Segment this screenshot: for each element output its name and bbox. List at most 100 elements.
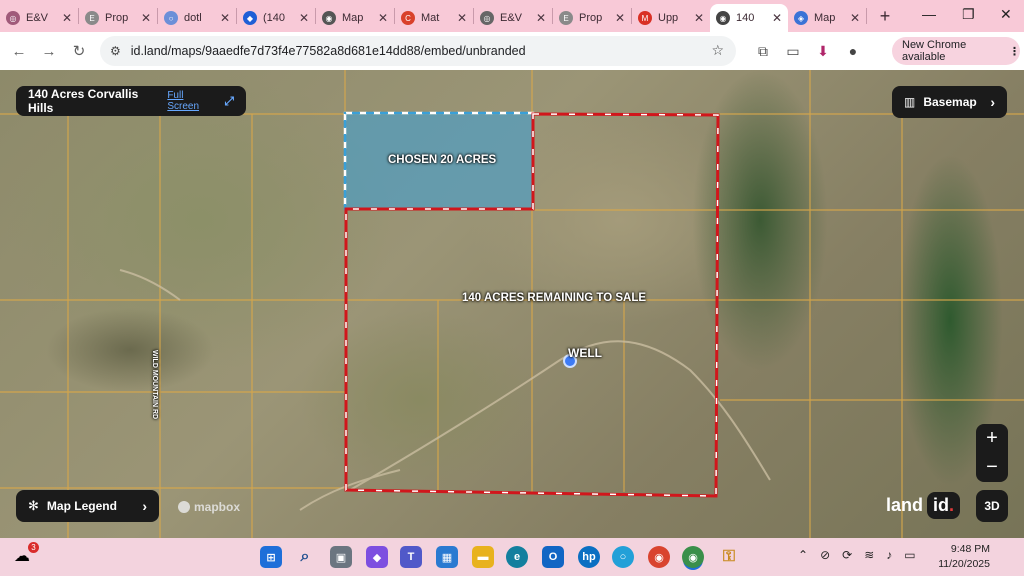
wifi-icon[interactable]: ≋: [864, 548, 874, 562]
zoom-control: + −: [976, 424, 1008, 482]
address-bar[interactable]: ⚙ id.land/maps/9aaedfe7d73f4e77582a8d681…: [100, 36, 736, 66]
legend-icon: ✻: [28, 498, 39, 513]
tab-close-icon[interactable]: ✕: [457, 11, 467, 25]
remaining-acres-label: 140 ACRES REMAINING TO SALE: [462, 292, 647, 304]
basemap-icon: ▥: [904, 95, 916, 109]
chevron-right-icon: ›: [142, 498, 147, 514]
tab-close-icon[interactable]: ✕: [850, 11, 860, 25]
task-view-icon[interactable]: ▣: [330, 546, 352, 568]
road-label: WILD MOUNTAIN RD: [151, 350, 158, 420]
tab-favicon-icon: ◆: [243, 11, 257, 25]
brand-id: id: [933, 495, 950, 515]
tab-title: Prop: [105, 12, 129, 24]
new-chrome-label: New Chrome available: [902, 39, 967, 63]
mapbox-logo-icon: [178, 501, 190, 513]
browser-tab[interactable]: E Prop ✕: [79, 4, 157, 32]
outlook-icon[interactable]: O: [542, 546, 564, 568]
browser-tab[interactable]: ◉ 140 ✕: [710, 4, 788, 32]
tab-title: Upp: [658, 12, 679, 24]
tab-close-icon[interactable]: ✕: [220, 11, 230, 25]
chrome-profile-icon[interactable]: ◉: [648, 546, 670, 568]
tab-favicon-icon: ○: [164, 11, 178, 25]
map-legend-label: Map Legend: [46, 499, 117, 513]
browser-tab[interactable]: ◎ E&V ✕: [0, 4, 78, 32]
site-info-icon[interactable]: ⚙: [110, 44, 121, 58]
brand-land: land: [886, 495, 924, 515]
volume-icon[interactable]: ♪: [886, 548, 892, 562]
teams-icon[interactable]: T: [400, 546, 422, 568]
toolbar-icons: ⧉ ▭ ⬇ ●: [748, 36, 868, 66]
notifications-muted-icon[interactable]: ⊘: [820, 548, 830, 562]
chevron-right-icon: ›: [990, 94, 995, 110]
chevron-up-icon[interactable]: ⌃: [798, 548, 808, 562]
3d-view-button[interactable]: 3D: [976, 490, 1008, 522]
maximize-icon[interactable]: ❐: [962, 6, 975, 23]
extensions-icon[interactable]: ⧉: [748, 43, 778, 60]
browser-tab[interactable]: ◉ Map ✕: [316, 4, 394, 32]
browser-tab[interactable]: M Upp ✕: [632, 4, 710, 32]
tab-title: E&V: [500, 12, 523, 24]
new-tab-button[interactable]: +: [871, 6, 899, 27]
zoom-out-button[interactable]: −: [986, 456, 998, 479]
browser-tab[interactable]: E Prop ✕: [553, 4, 631, 32]
map-canvas[interactable]: CHOSEN 20 ACRES 140 ACRES REMAINING TO S…: [0, 70, 1024, 538]
clock[interactable]: 9:48 PM 11/20/2025: [934, 542, 990, 572]
tab-close-icon[interactable]: ✕: [615, 11, 625, 25]
copilot-icon[interactable]: ◆: [366, 546, 388, 568]
menu-dots-icon[interactable]: ⋮: [1009, 45, 1020, 58]
land-id-logo: land id.: [886, 492, 961, 519]
file-explorer-icon[interactable]: ▬: [472, 546, 494, 568]
map-legend-button[interactable]: ✻ Map Legend ›: [16, 490, 159, 522]
basemap-button[interactable]: ▥ Basemap ›: [892, 86, 1007, 118]
navigation-bar: ← → ↻ ⚙ id.land/maps/9aaedfe7d73f4e77582…: [0, 32, 1024, 70]
tab-close-icon[interactable]: ✕: [772, 11, 782, 25]
tab-close-icon[interactable]: ✕: [694, 11, 704, 25]
tab-favicon-icon: E: [85, 11, 99, 25]
tab-close-icon[interactable]: ✕: [62, 11, 72, 25]
tab-favicon-icon: ◎: [480, 11, 494, 25]
store-icon[interactable]: ▦: [436, 546, 458, 568]
start-icon[interactable]: ⊞: [260, 546, 282, 568]
tab-title: Map: [814, 12, 836, 24]
tab-close-icon[interactable]: ✕: [141, 11, 151, 25]
browser-tab[interactable]: ◎ E&V ✕: [474, 4, 552, 32]
sync-icon[interactable]: ⟳: [842, 548, 852, 562]
weather-widget-icon[interactable]: ☁ 3: [14, 542, 39, 566]
browser-tab[interactable]: C Mat ✕: [395, 4, 473, 32]
download-icon[interactable]: ⬇: [808, 43, 838, 60]
full-screen-link[interactable]: Full Screen: [167, 90, 214, 112]
reload-icon[interactable]: ↻: [64, 42, 94, 60]
hp-icon[interactable]: hp: [578, 546, 600, 568]
zoom-in-button[interactable]: +: [986, 427, 998, 450]
forward-icon[interactable]: →: [34, 43, 64, 60]
new-chrome-available-button[interactable]: New Chrome available ⋮: [892, 37, 1020, 65]
back-icon[interactable]: ←: [4, 43, 34, 60]
profile-avatar[interactable]: ●: [838, 43, 868, 59]
url-text: id.land/maps/9aaedfe7d73f4e77582a8d681e1…: [130, 44, 526, 58]
search-icon[interactable]: ⌕: [294, 546, 316, 568]
map-title-chip: 140 Acres Corvallis Hills Full Screen ⤢: [16, 86, 246, 116]
key-icon[interactable]: ⚿: [718, 546, 740, 568]
edge-icon[interactable]: e: [506, 546, 528, 568]
minimize-icon[interactable]: —: [922, 6, 936, 22]
tab-title: Prop: [579, 12, 603, 24]
tab-close-icon[interactable]: ✕: [299, 11, 309, 25]
bookmark-star-icon[interactable]: ☆: [711, 42, 724, 59]
mapbox-text: mapbox: [194, 500, 241, 514]
tab-strip: ◎ E&V ✕ E Prop ✕ ○ dotl ✕ ◆ (140 ✕ ◉ Map ✕ C Mat ✕ ◎ E&V ✕ E P…: [0, 0, 1024, 32]
tab-title: dotl: [184, 12, 202, 24]
mapbox-attribution[interactable]: mapbox: [178, 500, 240, 514]
browser-tab[interactable]: ◆ (140 ✕: [237, 4, 315, 32]
browser-tab[interactable]: ○ dotl ✕: [158, 4, 236, 32]
tab-close-icon[interactable]: ✕: [378, 11, 388, 25]
browser-tab[interactable]: ◈ Map ✕: [788, 4, 866, 32]
chrome-icon[interactable]: ◉: [682, 546, 704, 568]
close-window-icon[interactable]: ✕: [1000, 6, 1012, 23]
battery-icon[interactable]: ▭: [904, 548, 915, 562]
cast-icon[interactable]: ▭: [778, 43, 808, 60]
tab-favicon-icon: M: [638, 11, 652, 25]
tab-close-icon[interactable]: ✕: [536, 11, 546, 25]
expand-icon[interactable]: ⤢: [224, 94, 234, 109]
tab-favicon-icon: ◈: [794, 11, 808, 25]
alexa-icon[interactable]: ○: [612, 546, 634, 568]
